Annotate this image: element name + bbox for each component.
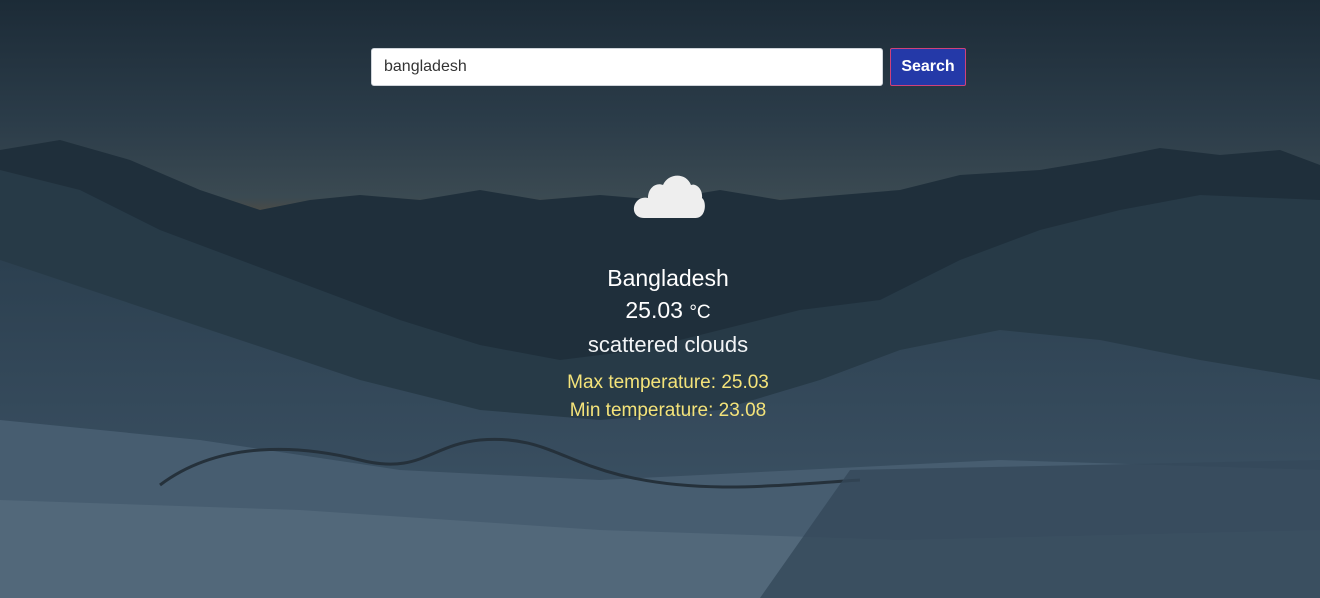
min-temperature-value: 23.08 (718, 400, 767, 421)
search-bar: Search (371, 48, 966, 86)
max-temperature-value: 25.03 (721, 372, 769, 393)
weather-panel: Bangladesh 25.03 °C scattered clouds Max… (460, 168, 876, 425)
min-temperature-label: Min temperature: (569, 400, 719, 421)
weather-description: scattered clouds (587, 332, 749, 357)
max-temperature: Max temperature: 25.03 (460, 369, 876, 397)
max-temperature-label: Max temperature: (567, 372, 722, 393)
search-button[interactable]: Search (890, 48, 966, 86)
cloud-icon (633, 175, 705, 218)
temperature: 25.03 °C (460, 294, 876, 329)
search-input[interactable] (371, 48, 883, 86)
temperature-unit: °C (689, 302, 711, 323)
temperature-value: 25.03 (625, 297, 683, 323)
temperature-range: Max temperature: 25.03 Min temperature: … (460, 369, 876, 425)
city-name: Bangladesh (607, 265, 729, 291)
min-temperature: Min temperature: 23.08 (460, 397, 876, 425)
